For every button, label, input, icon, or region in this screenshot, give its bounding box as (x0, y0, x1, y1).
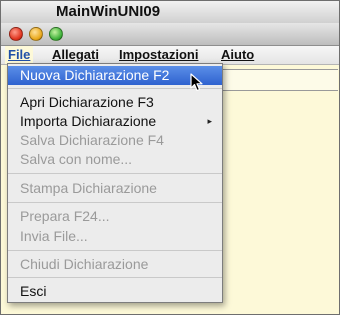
app-name[interactable]: MainWinUNI09 (56, 3, 160, 20)
menu-aiuto[interactable]: Aiuto (218, 46, 257, 64)
menu-impostazioni[interactable]: Impostazioni (116, 46, 201, 64)
file-menu-dropdown: Nuova Dichiarazione F2 Apri Dichiarazion… (7, 63, 223, 303)
menu-separator (8, 202, 222, 203)
menu-separator (8, 173, 222, 174)
menu-item-invia-file[interactable]: Invia File... (8, 227, 222, 246)
menu-item-salva-dichiarazione[interactable]: Salva Dichiarazione F4 (8, 131, 222, 150)
menu-item-importa-dichiarazione[interactable]: Importa Dichiarazione ▸ (8, 112, 222, 131)
menu-file[interactable]: File (5, 46, 34, 64)
mouse-pointer-icon (190, 73, 203, 92)
menu-item-prepara-f24[interactable]: Prepara F24... (8, 207, 222, 226)
menu-separator (8, 277, 222, 278)
minimize-icon[interactable] (29, 27, 43, 41)
submenu-arrow-icon: ▸ (207, 116, 212, 126)
close-icon[interactable] (9, 27, 23, 41)
menu-item-salva-con-nome[interactable]: Salva con nome... (8, 150, 222, 169)
system-menu-bar: MainWinUNI09 (1, 1, 339, 23)
main-window: MainWinUNI09 File Allegati Impostazioni … (0, 0, 340, 315)
menu-item-esci[interactable]: Esci (8, 282, 222, 301)
menu-item-apri-dichiarazione[interactable]: Apri Dichiarazione F3 (8, 93, 222, 112)
menu-separator (8, 250, 222, 251)
menu-allegati[interactable]: Allegati (49, 46, 102, 64)
zoom-icon[interactable] (49, 27, 63, 41)
menu-item-chiudi-dichiarazione[interactable]: Chiudi Dichiarazione (8, 255, 222, 274)
menu-item-stampa-dichiarazione[interactable]: Stampa Dichiarazione (8, 179, 222, 198)
window-titlebar[interactable] (1, 23, 339, 46)
